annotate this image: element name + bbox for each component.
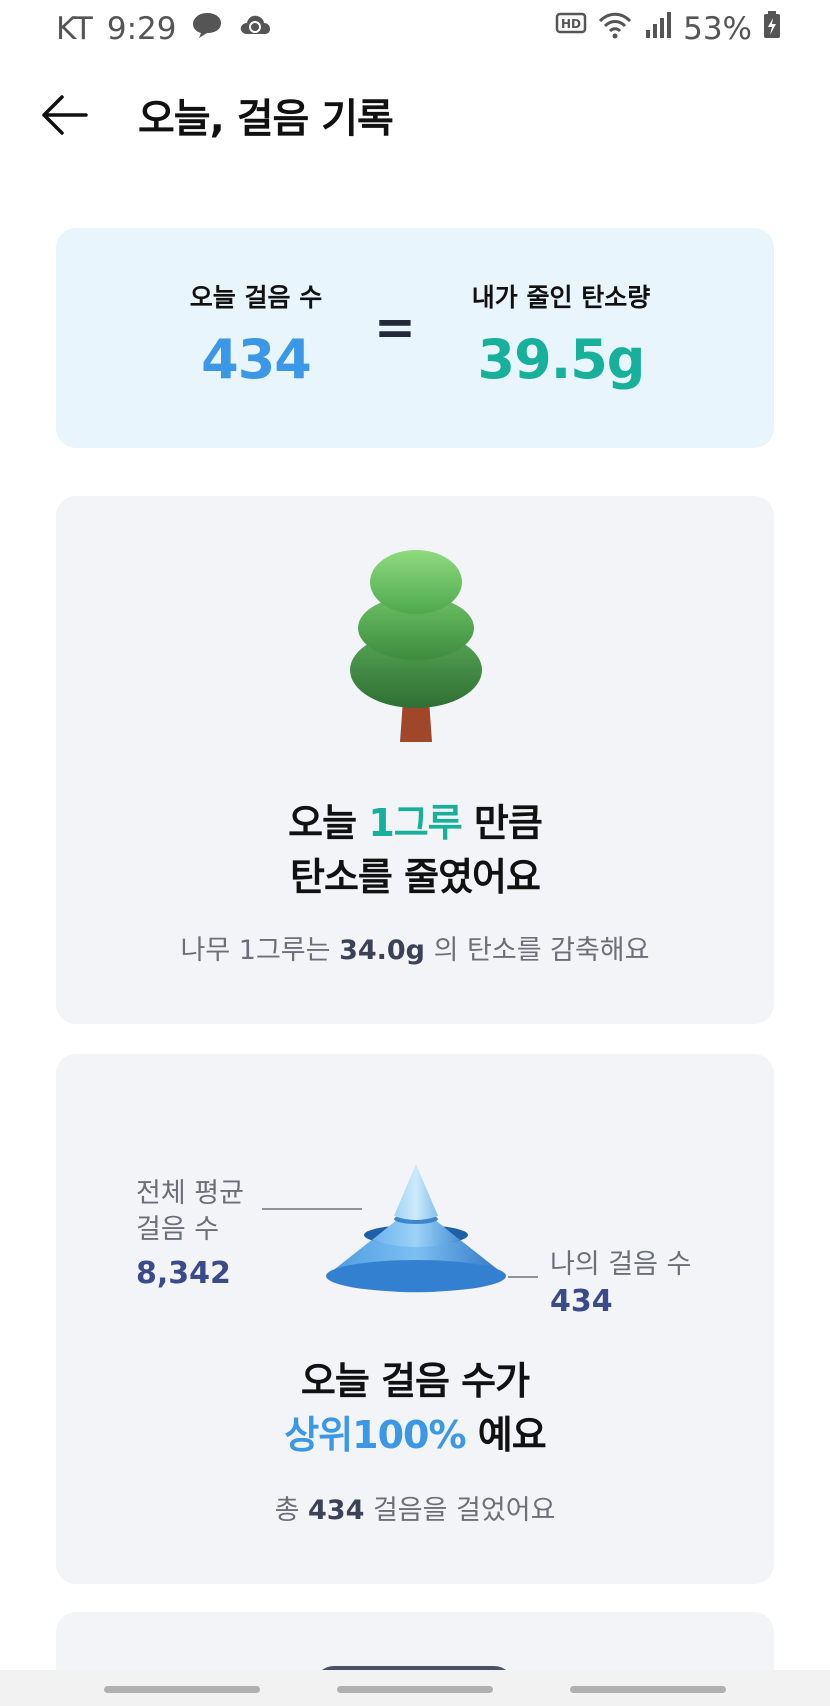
rank-sub-prefix: 총	[274, 1495, 308, 1526]
carbon-value: 39.5g	[477, 328, 646, 391]
screen: KT 9:29 HD 53% 오늘, 걸음 기록 오늘 걸음 수 434 = 내…	[0, 0, 830, 1706]
rank-headline: 오늘 걸음 수가 상위100% 예요	[56, 1354, 774, 1462]
nav-recent-apps-button[interactable]	[104, 1686, 260, 1693]
avg-steps-value: 8,342	[136, 1256, 231, 1291]
svg-text:HD: HD	[561, 17, 581, 31]
tree-card: 오늘 1그루 만큼 탄소를 줄였어요 나무 1그루는 34.0g 의 탄소를 감…	[56, 496, 774, 1024]
rank-percent-highlight: 상위100%	[284, 1413, 466, 1457]
nav-back-button[interactable]	[570, 1686, 726, 1693]
navigation-bar	[0, 1670, 830, 1706]
pyramid-rank-icon	[326, 1164, 506, 1293]
battery-percent: 53%	[683, 11, 752, 47]
status-right: HD 53%	[555, 10, 782, 48]
rank-sub-value: 434	[308, 1495, 365, 1526]
tree-sub-suffix: 의 탄소를 감축해요	[425, 935, 650, 966]
carrier-label: KT	[56, 11, 93, 47]
pine-tree-icon	[350, 550, 482, 742]
cloud-sync-icon	[238, 10, 272, 48]
hd-voice-icon: HD	[555, 11, 587, 47]
avg-label-line1: 전체 평균	[136, 1178, 244, 1209]
tree-sub-value: 34.0g	[339, 935, 426, 966]
my-leader-line	[508, 1276, 538, 1278]
status-bar: KT 9:29 HD 53%	[0, 0, 830, 56]
tree-headline-suffix: 만큼	[461, 801, 543, 845]
rank-headline-line1: 오늘 걸음 수가	[300, 1359, 530, 1403]
tree-headline-prefix: 오늘	[288, 801, 369, 845]
tree-subline: 나무 1그루는 34.0g 의 탄소를 감축해요	[56, 928, 774, 967]
signal-icon	[643, 10, 673, 48]
rank-subline: 총 434 걸음을 걸었어요	[56, 1488, 774, 1527]
status-left: KT 9:29	[56, 10, 272, 48]
my-steps-value: 434	[550, 1284, 613, 1319]
chat-bubble-icon	[190, 10, 224, 48]
rank-sub-suffix: 걸음을 걸었어요	[364, 1495, 556, 1526]
back-button[interactable]	[38, 88, 92, 142]
tree-headline: 오늘 1그루 만큼 탄소를 줄였어요	[56, 796, 774, 904]
summary-card: 오늘 걸음 수 434 = 내가 줄인 탄소량 39.5g	[56, 228, 774, 448]
nav-home-button[interactable]	[337, 1686, 493, 1693]
app-header: 오늘, 걸음 기록	[0, 80, 830, 150]
avg-steps-label: 전체 평균 걸음 수	[136, 1176, 244, 1248]
wifi-icon	[597, 10, 633, 48]
avg-leader-line	[262, 1208, 362, 1210]
tree-headline-line2: 탄소를 줄였어요	[290, 855, 541, 899]
my-steps-label: 나의 걸음 수	[550, 1249, 692, 1280]
battery-charging-icon	[762, 10, 782, 48]
steps-label: 오늘 걸음 수	[189, 283, 323, 312]
rank-card: 전체 평균 걸음 수 8,342 나의 걸음 수 434 오늘 걸음 수가 상위…	[56, 1054, 774, 1584]
avg-label-line2: 걸음 수	[136, 1214, 220, 1245]
steps-value: 434	[201, 328, 312, 391]
tree-count-highlight: 1그루	[368, 801, 462, 845]
clock: 9:29	[106, 11, 177, 47]
tree-sub-prefix: 나무 1그루는	[180, 935, 340, 966]
rank-headline-suffix: 예요	[465, 1413, 547, 1457]
carbon-label: 내가 줄인 탄소량	[471, 283, 651, 312]
arrow-left-icon	[42, 95, 88, 135]
page-title: 오늘, 걸음 기록	[138, 96, 394, 142]
equals-sign: =	[374, 298, 416, 356]
